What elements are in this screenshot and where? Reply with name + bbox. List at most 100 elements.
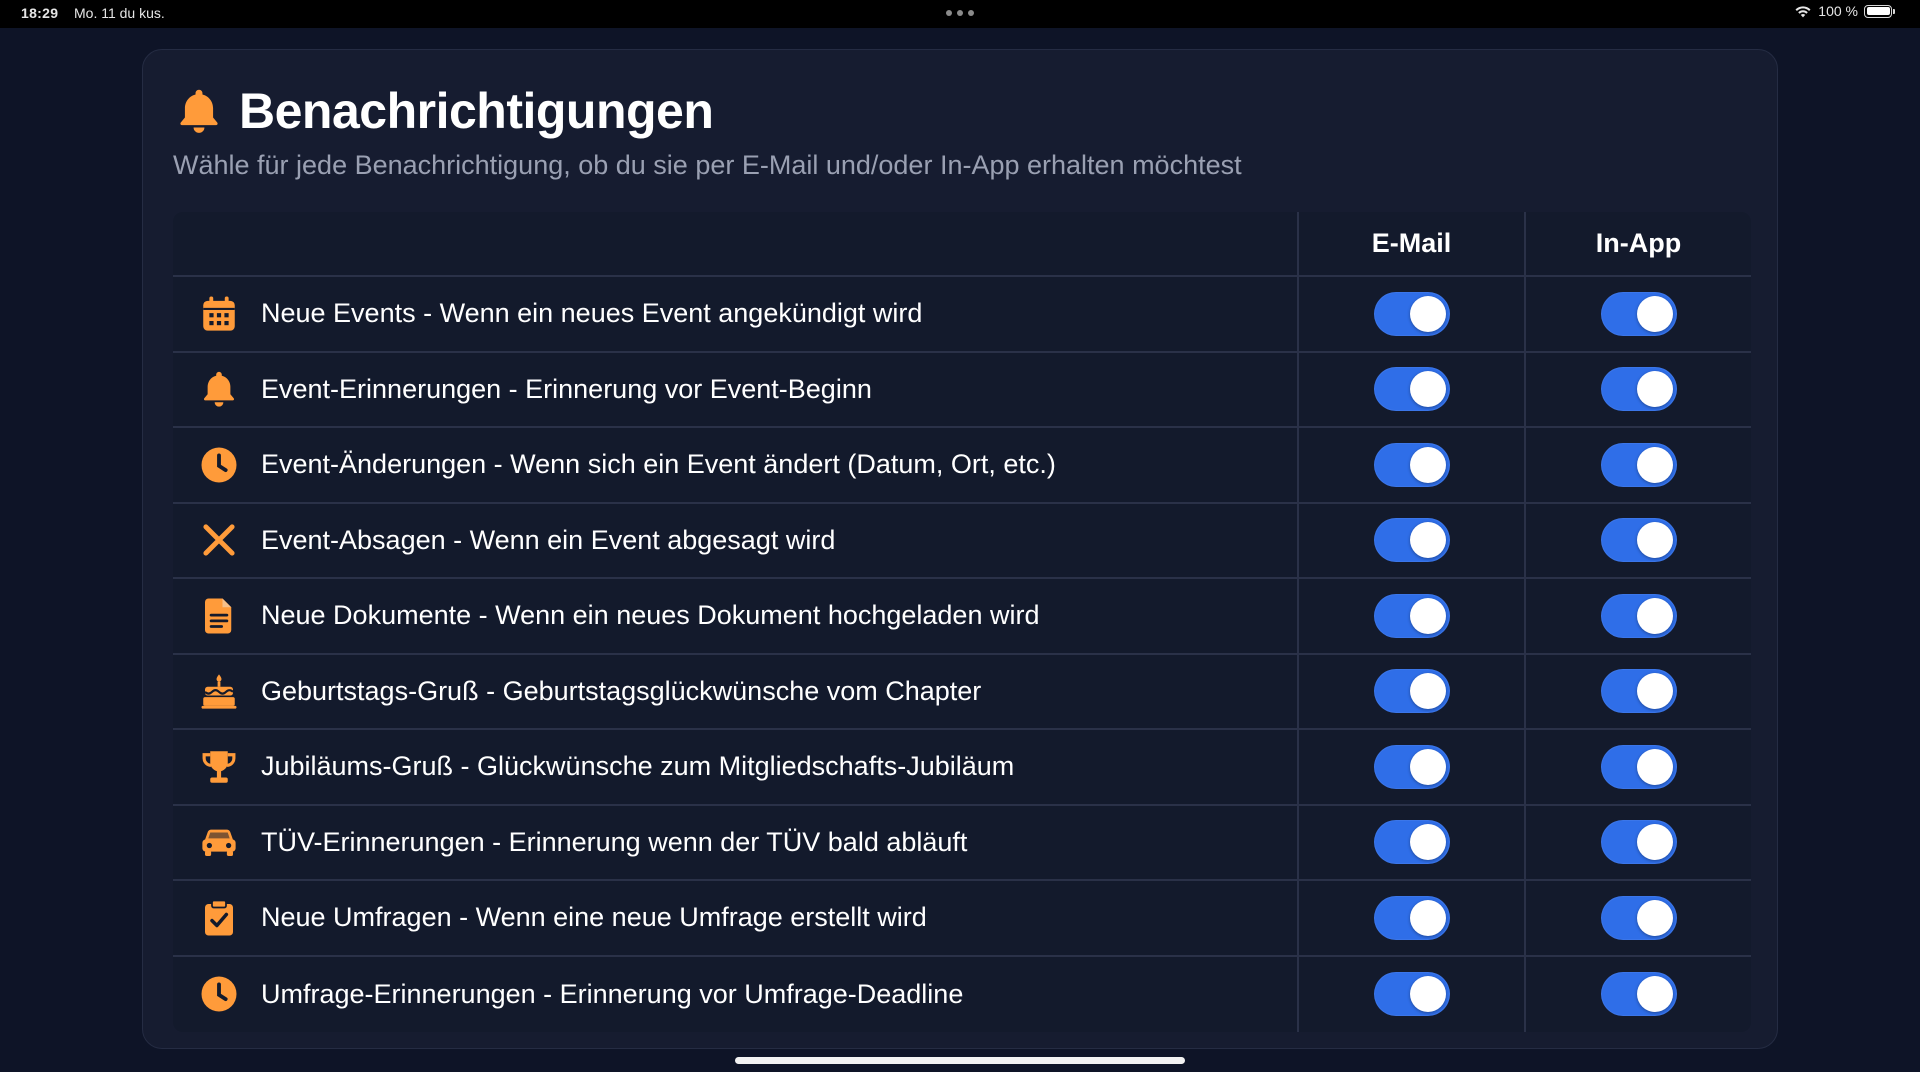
table-row: Jubiläums-Gruß - Glückwünsche zum Mitgli… [173, 730, 1751, 806]
row-label: Neue Umfragen - Wenn eine neue Umfrage e… [261, 902, 927, 933]
inapp-cell [1524, 805, 1751, 879]
notifications-card: Benachrichtigungen Wähle für jede Benach… [142, 49, 1778, 1049]
inapp-toggle[interactable] [1600, 367, 1677, 412]
calendar-icon [195, 290, 243, 338]
status-date: Mo. 11 du kus. [74, 5, 165, 21]
row-label: Geburtstags-Gruß - Geburtstagsglückwünsc… [261, 675, 982, 706]
email-toggle[interactable] [1373, 291, 1450, 336]
row-label-cell: Geburtstags-Gruß - Geburtstagsglückwünsc… [173, 655, 1297, 729]
row-label: Event-Absagen - Wenn ein Event abgesagt … [261, 524, 836, 555]
header-label-column [173, 212, 1297, 275]
toggle-knob [1636, 748, 1673, 785]
email-cell [1297, 428, 1524, 502]
inapp-cell [1524, 277, 1751, 351]
email-toggle[interactable] [1373, 895, 1450, 940]
table-header: E-Mail In-App [173, 212, 1751, 277]
document-icon [195, 592, 243, 640]
row-label: Umfrage-Erinnerungen - Erinnerung vor Um… [261, 978, 964, 1009]
row-label: TÜV-Erinnerungen - Erinnerung wenn der T… [261, 826, 968, 857]
table-body: Neue Events - Wenn ein neues Event angek… [173, 277, 1751, 1032]
clipboard-check-icon [195, 894, 243, 942]
row-label: Neue Events - Wenn ein neues Event angek… [261, 298, 923, 329]
toggle-knob [1636, 522, 1673, 559]
email-toggle[interactable] [1373, 367, 1450, 412]
inapp-toggle[interactable] [1600, 895, 1677, 940]
inapp-cell [1524, 654, 1751, 728]
toggle-knob [1636, 899, 1673, 936]
row-label-cell: Umfrage-Erinnerungen - Erinnerung vor Um… [173, 957, 1297, 1033]
email-toggle[interactable] [1373, 820, 1450, 865]
email-cell [1297, 579, 1524, 653]
toggle-knob [1636, 446, 1673, 483]
toggle-knob [1636, 824, 1673, 861]
trophy-icon [195, 743, 243, 791]
inapp-cell [1524, 428, 1751, 502]
car-icon [195, 818, 243, 866]
inapp-cell [1524, 352, 1751, 426]
email-cell [1297, 881, 1524, 955]
row-label-cell: Event-Erinnerungen - Erinnerung vor Even… [173, 353, 1297, 427]
inapp-toggle[interactable] [1600, 518, 1677, 563]
email-toggle[interactable] [1373, 442, 1450, 487]
battery-percent: 100 % [1818, 3, 1858, 19]
bell-icon [195, 365, 243, 413]
row-label-cell: Neue Dokumente - Wenn ein neues Dokument… [173, 579, 1297, 653]
toggle-knob [1409, 446, 1446, 483]
inapp-toggle[interactable] [1600, 669, 1677, 714]
inapp-cell [1524, 956, 1751, 1032]
toggle-knob [1636, 597, 1673, 634]
inapp-toggle[interactable] [1600, 442, 1677, 487]
toggle-knob [1409, 673, 1446, 710]
email-toggle[interactable] [1373, 744, 1450, 789]
row-label-cell: Event-Absagen - Wenn ein Event abgesagt … [173, 504, 1297, 578]
home-indicator[interactable] [735, 1057, 1185, 1064]
status-right: 100 % [1794, 3, 1895, 19]
table-row: Neue Dokumente - Wenn ein neues Dokument… [173, 579, 1751, 655]
wifi-icon [1795, 6, 1811, 18]
toggle-knob [1409, 748, 1446, 785]
table-row: Event-Änderungen - Wenn sich ein Event ä… [173, 428, 1751, 504]
email-toggle[interactable] [1373, 518, 1450, 563]
title-row: Benachrichtigungen [173, 82, 714, 140]
email-cell [1297, 805, 1524, 879]
row-label-cell: TÜV-Erinnerungen - Erinnerung wenn der T… [173, 806, 1297, 880]
notification-settings-table: E-Mail In-App Neue Events - Wenn ein neu… [173, 212, 1751, 1032]
email-toggle[interactable] [1373, 669, 1450, 714]
table-row: Event-Absagen - Wenn ein Event abgesagt … [173, 503, 1751, 579]
inapp-toggle[interactable] [1600, 744, 1677, 789]
email-cell [1297, 730, 1524, 804]
page-subtitle: Wähle für jede Benachrichtigung, ob du s… [173, 150, 1242, 180]
inapp-toggle[interactable] [1600, 972, 1677, 1017]
inapp-toggle[interactable] [1600, 593, 1677, 638]
email-cell [1297, 654, 1524, 728]
inapp-cell [1524, 730, 1751, 804]
toggle-knob [1409, 371, 1446, 408]
toggle-knob [1409, 295, 1446, 332]
email-cell [1297, 352, 1524, 426]
toggle-knob [1409, 597, 1446, 634]
row-label-cell: Neue Events - Wenn ein neues Event angek… [173, 277, 1297, 351]
inapp-toggle[interactable] [1600, 820, 1677, 865]
row-label: Neue Dokumente - Wenn ein neues Dokument… [261, 600, 1040, 631]
cake-icon [195, 667, 243, 715]
row-label: Event-Änderungen - Wenn sich ein Event ä… [261, 449, 1056, 480]
inapp-toggle[interactable] [1600, 291, 1677, 336]
toggle-knob [1409, 522, 1446, 559]
email-cell [1297, 503, 1524, 577]
email-toggle[interactable] [1373, 593, 1450, 638]
header-inapp-column: In-App [1524, 212, 1751, 275]
multitasking-dots-icon[interactable] [946, 10, 974, 16]
header-email-column: E-Mail [1297, 212, 1524, 275]
battery-icon [1864, 4, 1895, 18]
email-toggle[interactable] [1373, 972, 1450, 1017]
email-cell [1297, 956, 1524, 1032]
toggle-knob [1409, 976, 1446, 1013]
toggle-knob [1636, 976, 1673, 1013]
table-row: Neue Umfragen - Wenn eine neue Umfrage e… [173, 881, 1751, 957]
toggle-knob [1636, 371, 1673, 408]
table-row: Geburtstags-Gruß - Geburtstagsglückwünsc… [173, 654, 1751, 730]
row-label-cell: Event-Änderungen - Wenn sich ein Event ä… [173, 428, 1297, 502]
clock-icon [195, 441, 243, 489]
toggle-knob [1409, 899, 1446, 936]
x-icon [195, 516, 243, 564]
